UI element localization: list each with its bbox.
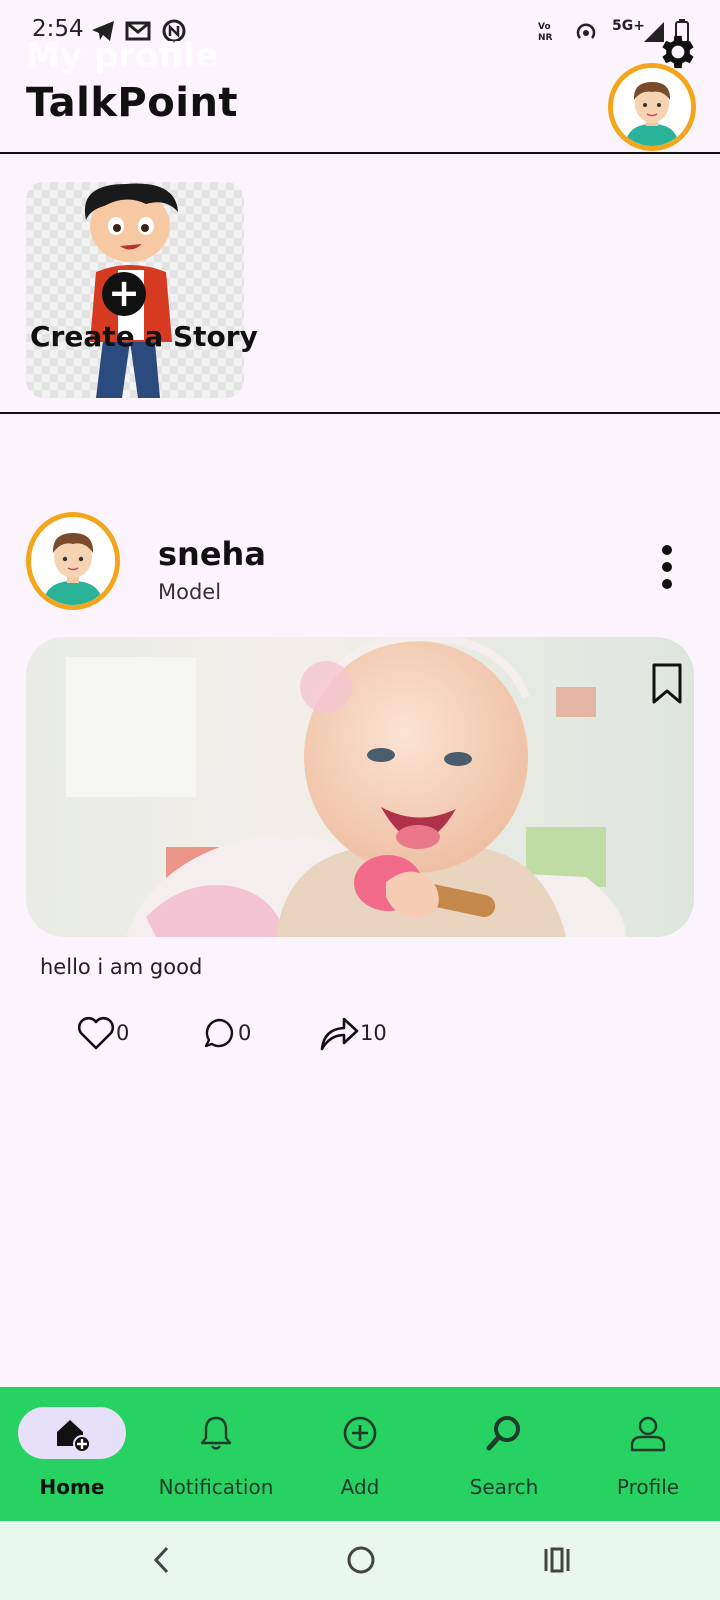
nav-notification-label: Notification [158, 1475, 274, 1499]
header-ghost-title: My profile [26, 36, 219, 76]
nav-add[interactable]: Add [288, 1387, 432, 1521]
add-story-icon[interactable]: + [102, 272, 146, 316]
person-icon [630, 1416, 666, 1452]
post-username[interactable]: sneha [158, 535, 266, 573]
post-user-role: Model [158, 580, 222, 604]
create-story-label: Create a Story [30, 320, 258, 353]
nav-profile-label: Profile [616, 1475, 680, 1499]
comment-count: 0 [238, 1021, 252, 1045]
home-circle-icon[interactable] [346, 1545, 376, 1575]
comment-action[interactable]: 0 [202, 1012, 251, 1054]
share-arrow-icon [320, 1017, 359, 1051]
heart-icon [77, 1016, 115, 1050]
nav-add-label: Add [340, 1475, 380, 1499]
like-count: 0 [116, 1021, 130, 1045]
hotspot-icon [576, 23, 596, 39]
nav-home-label: Home [39, 1475, 105, 1499]
header-divider [0, 152, 720, 154]
vonr-icon: VoNR [538, 22, 553, 43]
nav-home[interactable]: Home [0, 1387, 144, 1521]
avatar-illustration [31, 517, 115, 605]
home-add-icon [57, 1420, 91, 1453]
svg-text:NR: NR [538, 33, 553, 43]
share-count: 10 [360, 1021, 387, 1045]
share-action[interactable]: 10 [318, 1012, 387, 1054]
comment-bubble-icon [204, 1018, 234, 1048]
nav-search[interactable]: Search [432, 1387, 576, 1521]
story-divider [0, 412, 720, 414]
nav-notification[interactable]: Notification [144, 1387, 288, 1521]
svg-text:Vo: Vo [538, 22, 551, 32]
bell-icon [200, 1416, 232, 1450]
bottom-navigation: Home Notification Add Search Profile [0, 1387, 720, 1521]
nav-search-label: Search [469, 1475, 539, 1499]
app-title: TalkPoint [26, 80, 239, 126]
post-author-avatar[interactable] [26, 512, 120, 610]
baby-photo [26, 637, 694, 937]
post-caption: hello i am good [40, 955, 203, 979]
more-options-icon[interactable] [657, 545, 677, 591]
add-circle-icon [343, 1416, 377, 1450]
search-icon [486, 1416, 520, 1451]
like-action[interactable]: 0 [76, 1012, 129, 1054]
recents-icon[interactable] [542, 1545, 572, 1575]
nav-profile[interactable]: Profile [576, 1387, 720, 1521]
avatar-illustration [613, 68, 691, 146]
header-avatar[interactable] [608, 63, 696, 151]
network-type: 5G+ [612, 18, 645, 34]
bookmark-icon[interactable] [650, 662, 684, 706]
system-navigation-bar [0, 1521, 720, 1600]
post-image[interactable] [26, 637, 694, 937]
back-chevron-icon[interactable] [150, 1543, 174, 1577]
